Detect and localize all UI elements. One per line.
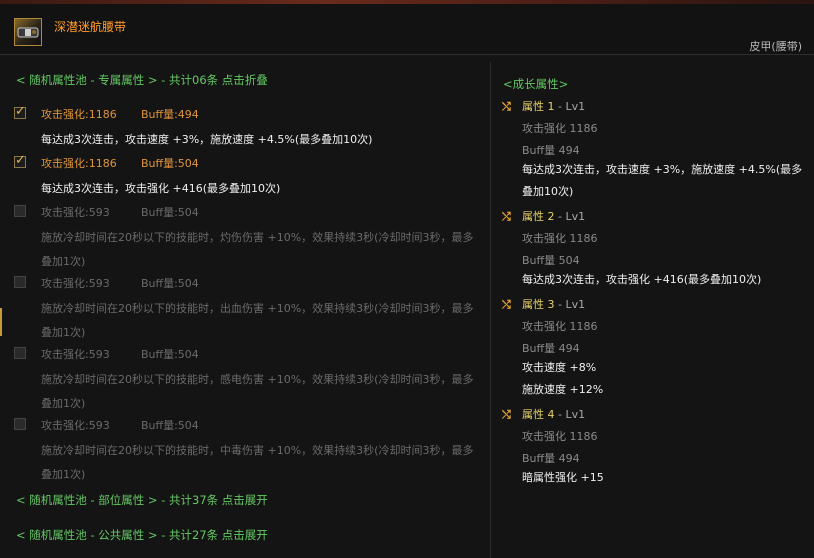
shuffle-icon: ⤭ [502,298,511,311]
option-description: 施放冷却时间在20秒以下的技能时，出血伤害 +10%，效果持续3秒(冷却时间3秒… [41,302,474,339]
option-stat-attack: 攻击强化:593 [41,277,110,290]
option-row: 攻击强化:593 Buff量:504 施放冷却时间在20秒以下的技能时，中毒伤害 … [14,417,484,487]
option-row: 攻击强化:593 Buff量:504 施放冷却时间在20秒以下的技能时，出血伤害 … [14,275,484,345]
option-row: 攻击强化:1186 Buff量:494 每达成3次连击，攻击速度 +3%，施放速度… [14,104,484,152]
option-stat-buff: Buff量:504 [141,206,199,219]
option-row: 攻击强化:593 Buff量:504 施放冷却时间在20秒以下的技能时，感电伤害 … [14,346,484,416]
option-checkbox[interactable] [14,205,26,217]
pool-common-toggle[interactable]: < 随机属性池 - 公共属性 > - 共计27条 点击展开 [16,527,268,543]
growth-attr-header: ⤭ 属性 3 - Lv1 [502,298,586,311]
option-description: 每达成3次连击，攻击速度 +3%，施放速度 +4.5%(最多叠加10次) [41,133,373,146]
option-row: 攻击强化:1186 Buff量:504 每达成3次连击，攻击强化 +416(最多叠… [14,153,484,201]
option-stat-buff: Buff量:504 [141,419,199,432]
growth-attr-buff: Buff量 494 [522,144,580,157]
growth-attr-header: ⤭ 属性 1 - Lv1 [502,100,586,113]
growth-attr-attack: 攻击强化 1186 [522,122,598,135]
option-stat-buff: Buff量:504 [141,157,199,170]
shuffle-icon: ⤭ [502,210,511,223]
option-description: 每达成3次连击，攻击强化 +416(最多叠加10次) [41,182,281,195]
growth-attr-buff: Buff量 494 [522,452,580,465]
option-stat-attack: 攻击强化:593 [41,206,110,219]
growth-title: <成长属性> [503,77,569,91]
option-row: 攻击强化:593 Buff量:504 施放冷却时间在20秒以下的技能时，灼伤伤害 … [14,204,484,274]
growth-attr-buff: Buff量 504 [522,254,580,267]
option-stat-buff: Buff量:504 [141,348,199,361]
growth-attr-effect: 暗属性强化 +15 [522,471,604,484]
option-description: 施放冷却时间在20秒以下的技能时，中毒伤害 +10%，效果持续3秒(冷却时间3秒… [41,444,474,481]
panel-divider [490,62,491,558]
option-checkbox[interactable] [14,153,26,168]
item-name: 深潜迷航腰带 [54,20,127,34]
growth-attr-effect: 每达成3次连击，攻击强化 +416(最多叠加10次) [522,273,762,286]
belt-icon [14,18,42,46]
option-description: 施放冷却时间在20秒以下的技能时，灼伤伤害 +10%，效果持续3秒(冷却时间3秒… [41,231,474,268]
growth-attr-header: ⤭ 属性 2 - Lv1 [502,210,586,223]
option-stat-buff: Buff量:494 [141,108,199,121]
option-description: 施放冷却时间在20秒以下的技能时，感电伤害 +10%，效果持续3秒(冷却时间3秒… [41,373,474,410]
pool-exclusive-toggle[interactable]: < 随机属性池 - 专属属性 > - 共计06条 点击折叠 [16,72,268,88]
item-header: 深潜迷航腰带 皮甲(腰带) [0,4,814,55]
growth-attr-attack: 攻击强化 1186 [522,232,598,245]
option-checkbox[interactable] [14,104,26,119]
pool-slot-toggle[interactable]: < 随机属性池 - 部位属性 > - 共计37条 点击展开 [16,492,268,508]
option-checkbox[interactable] [14,418,26,430]
growth-attr-attack: 攻击强化 1186 [522,320,598,333]
option-stat-buff: Buff量:504 [141,277,199,290]
option-stat-attack: 攻击强化:1186 [41,157,117,170]
shuffle-icon: ⤭ [502,100,511,113]
shuffle-icon: ⤭ [502,408,511,421]
option-stat-attack: 攻击强化:593 [41,348,110,361]
growth-attr-effect: 攻击速度 +8% [522,361,597,374]
growth-attr-attack: 攻击强化 1186 [522,430,598,443]
option-stat-attack: 攻击强化:1186 [41,108,117,121]
growth-attr-effect: 每达成3次连击，攻击速度 +3%，施放速度 +4.5%(最多叠加10次) [522,163,803,198]
option-stat-attack: 攻击强化:593 [41,419,110,432]
growth-attr-buff: Buff量 494 [522,342,580,355]
left-edge-marker [0,308,2,336]
growth-attr-effect: 施放速度 +12% [522,383,604,396]
item-type: 皮甲(腰带) [749,40,802,53]
option-checkbox[interactable] [14,276,26,288]
option-checkbox[interactable] [14,347,26,359]
growth-attr-header: ⤭ 属性 4 - Lv1 [502,408,586,421]
